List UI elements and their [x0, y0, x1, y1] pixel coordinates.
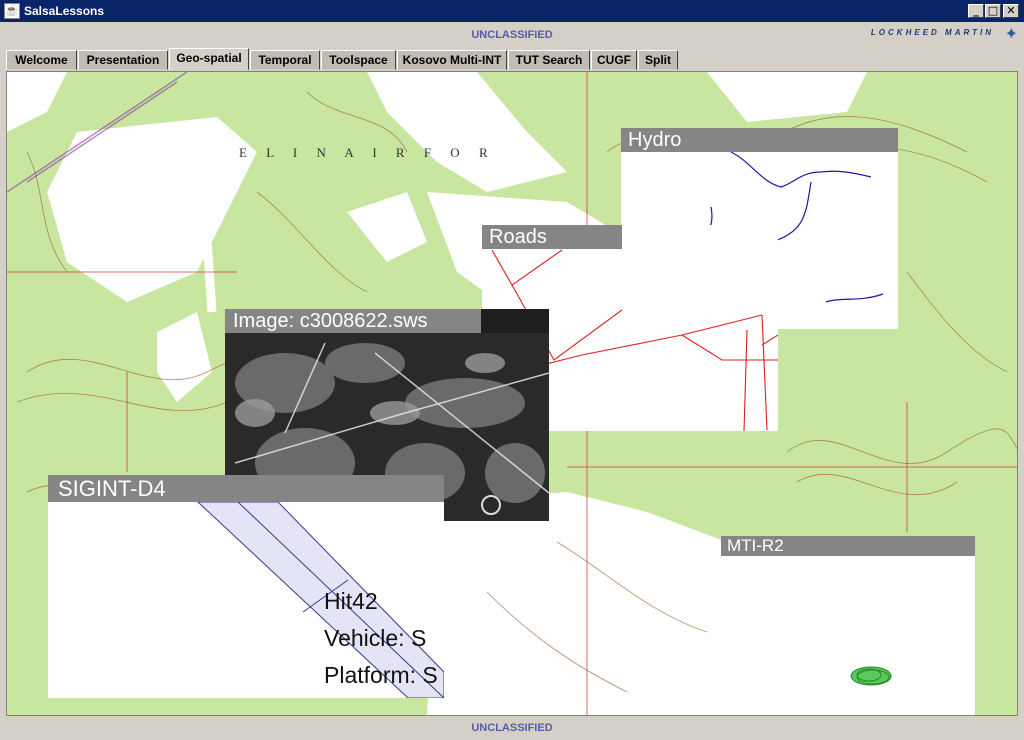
tab-toolspace[interactable]: Toolspace	[321, 50, 396, 70]
tab-cugf[interactable]: CUGF	[591, 50, 637, 70]
hydro-panel-title: Hydro	[621, 128, 898, 152]
sigint-vehicle-label: Vehicle: S	[324, 625, 427, 651]
tab-presentation[interactable]: Presentation	[78, 50, 168, 70]
sigint-panel[interactable]: SIGINT-D4 Hit42 Vehicle: S Platform: S	[48, 475, 444, 698]
tab-split[interactable]: Split	[638, 50, 678, 70]
app-icon: ☕	[4, 3, 20, 19]
window-title: SalsaLessons	[24, 4, 105, 18]
mti-track-layer	[850, 666, 892, 686]
maximize-button[interactable]: □	[985, 4, 1001, 18]
tab-tut-search[interactable]: TUT Search	[508, 50, 590, 70]
geo-map-view[interactable]: E L I N A I R F O R Hydro Roads Image: c…	[6, 71, 1018, 716]
mti-panel[interactable]: MTI-R2	[721, 536, 975, 715]
tab-temporal[interactable]: Temporal	[250, 50, 320, 70]
tab-welcome[interactable]: Welcome	[6, 50, 77, 70]
map-area-label: E L I N A I R F O R	[239, 145, 496, 160]
sigint-platform-label: Platform: S	[324, 662, 438, 688]
tab-kosovo-multi-int[interactable]: Kosovo Multi-INT	[397, 50, 507, 70]
close-button[interactable]: ✕	[1003, 4, 1019, 18]
classification-banner-bottom: UNCLASSIFIED	[471, 722, 553, 734]
sigint-panel-title: SIGINT-D4	[48, 475, 444, 502]
mti-panel-title: MTI-R2	[721, 536, 975, 556]
image-panel-title: Image: c3008622.sws	[225, 309, 481, 333]
tab-geo-spatial[interactable]: Geo-spatial	[169, 48, 249, 70]
window-titlebar[interactable]: ☕ SalsaLessons _ □ ✕	[0, 0, 1024, 22]
sigint-hit-label: Hit42	[324, 588, 378, 614]
company-logo: LOCKHEED MARTIN	[870, 28, 994, 37]
star-logo-icon: ✦	[1004, 26, 1018, 43]
minimize-button[interactable]: _	[968, 4, 984, 18]
